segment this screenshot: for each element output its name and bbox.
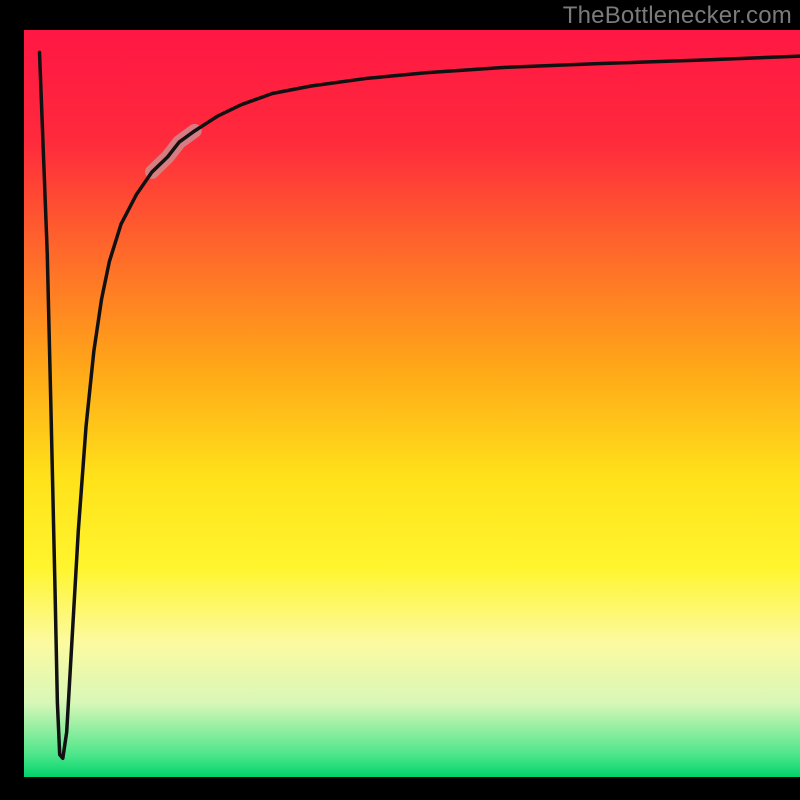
plot-gradient-fill [24, 30, 800, 777]
frame-bottom [0, 777, 800, 800]
bottleneck-chart [0, 0, 800, 800]
attribution-label: TheBottlenecker.com [563, 2, 792, 30]
frame-left [0, 29, 24, 800]
chart-stage: TheBottlenecker.com [0, 0, 800, 800]
